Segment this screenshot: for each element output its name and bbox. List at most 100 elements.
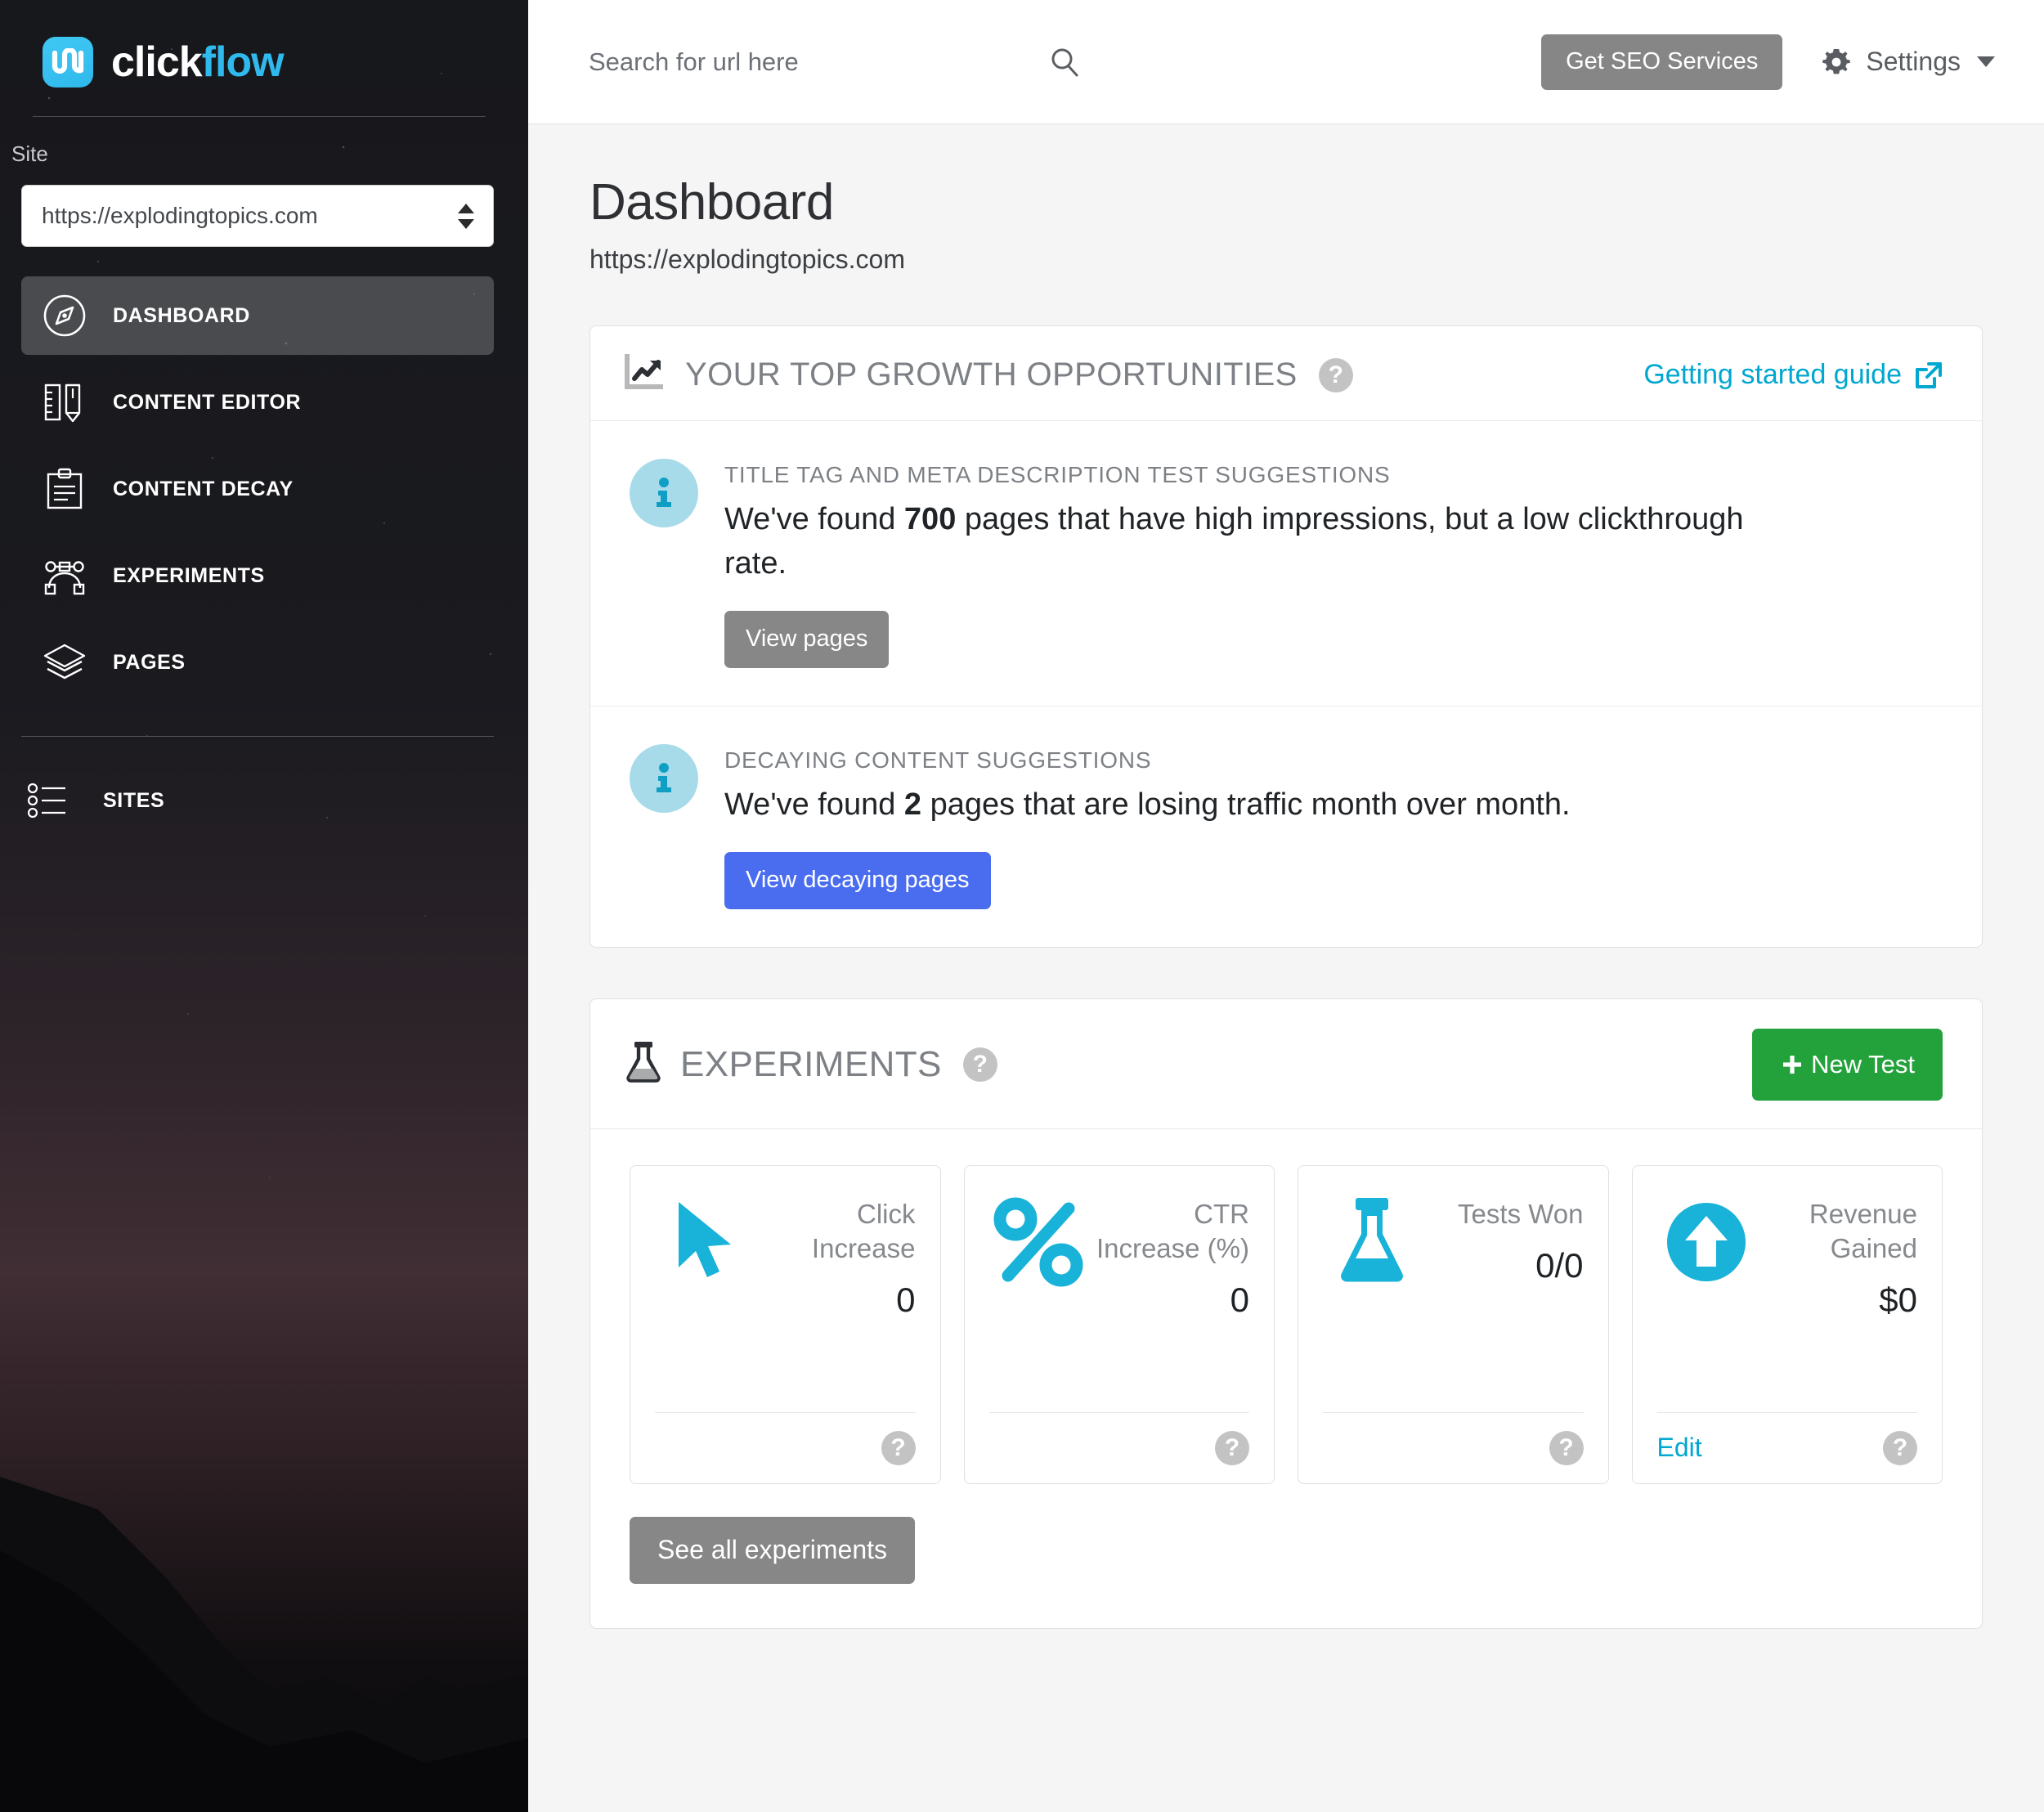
stat-label: CTR Increase (%) xyxy=(1096,1198,1249,1264)
sidebar-divider xyxy=(21,736,494,737)
suggestion-title-tag: TITLE TAG AND META DESCRIPTION TEST SUGG… xyxy=(590,421,1982,706)
arrow-up-circle-glyph-icon xyxy=(1666,1202,1746,1281)
cursor-arrow-icon xyxy=(655,1189,753,1295)
info-glyph-icon xyxy=(657,762,671,792)
chevron-up-icon xyxy=(458,203,474,213)
stat-footer: ? xyxy=(655,1411,916,1465)
new-test-label: New Test xyxy=(1811,1049,1915,1079)
suggestion-kicker: TITLE TAG AND META DESCRIPTION TEST SUGG… xyxy=(724,462,1391,487)
chart-line-up-glyph-icon xyxy=(625,354,663,389)
sidebar-nav: DASHBOARD CONTENT EDITOR CONTENT DECAY E… xyxy=(0,276,528,702)
guide-link-label: Getting started guide xyxy=(1643,359,1902,390)
stat-card-tests-won: Tests Won 0/0 ? xyxy=(1298,1164,1609,1484)
experiments-card-footer: See all experiments xyxy=(590,1484,1982,1628)
topbar: Get SEO Services Settings xyxy=(528,0,2044,124)
stat-value: 0 xyxy=(1230,1281,1249,1320)
view-decaying-pages-button[interactable]: View decaying pages xyxy=(724,851,991,909)
search-input[interactable] xyxy=(589,47,1047,77)
sidebar-nav-lower: SITES xyxy=(0,761,528,840)
suggestion-body: DECAYING CONTENT SUGGESTIONS We've found… xyxy=(724,744,1943,909)
edit-revenue-link[interactable]: Edit xyxy=(1657,1433,1702,1463)
view-pages-button[interactable]: View pages xyxy=(724,610,890,668)
experiments-card: EXPERIMENTS ? New Test Click Increase 0 … xyxy=(589,998,1983,1629)
page-subtitle: https://explodingtopics.com xyxy=(589,244,905,274)
brand-wordmark: clickflow xyxy=(111,38,285,86)
clipboard-icon xyxy=(39,464,90,514)
sidebar-item-experiments[interactable]: EXPERIMENTS xyxy=(21,536,494,615)
suggestion-body: TITLE TAG AND META DESCRIPTION TEST SUGG… xyxy=(724,459,1943,668)
info-circle-icon xyxy=(630,459,698,527)
brand: clickflow xyxy=(0,0,528,98)
chart-line-up-icon xyxy=(625,354,666,396)
search-button[interactable] xyxy=(1047,44,1083,80)
see-all-experiments-button[interactable]: See all experiments xyxy=(630,1516,916,1584)
help-icon[interactable]: ? xyxy=(881,1430,916,1465)
sidebar-item-content-editor[interactable]: CONTENT EDITOR xyxy=(21,363,494,442)
suggestion-text: We've found 700 pages that have high imp… xyxy=(724,498,1812,586)
flask-icon xyxy=(625,1039,662,1089)
external-link-icon xyxy=(1916,361,1942,388)
info-circle-icon xyxy=(630,743,698,813)
percent-icon xyxy=(989,1189,1087,1295)
info-glyph-icon xyxy=(657,478,671,507)
flask-icon xyxy=(1323,1189,1421,1295)
sidebar-item-label: CONTENT DECAY xyxy=(113,477,294,500)
getting-started-guide-link[interactable]: Getting started guide xyxy=(1643,359,1943,391)
sidebar-starfield-decoration xyxy=(0,0,528,1812)
gear-icon xyxy=(1822,48,1851,74)
growth-card-header: YOUR TOP GROWTH OPPORTUNITIES ? Getting … xyxy=(590,326,1982,421)
sidebar-item-label: SITES xyxy=(103,788,165,812)
stat-top: Tests Won 0/0 xyxy=(1323,1189,1584,1412)
help-icon[interactable]: ? xyxy=(962,1047,997,1082)
chevron-down-icon xyxy=(1977,56,1995,67)
help-icon[interactable]: ? xyxy=(1215,1430,1249,1465)
stat-value: 0/0 xyxy=(1535,1246,1584,1285)
sidebar-item-content-decay[interactable]: CONTENT DECAY xyxy=(21,450,494,528)
stat-card-revenue-gained: Revenue Gained $0 Edit ? xyxy=(1631,1164,1943,1484)
cursor-glyph-icon xyxy=(679,1201,731,1277)
search-wrapper xyxy=(589,44,1112,80)
help-icon[interactable]: ? xyxy=(1318,357,1353,392)
main-area: Get SEO Services Settings Dashboard http… xyxy=(528,0,2044,1812)
settings-label: Settings xyxy=(1866,47,1961,76)
stat-label: Revenue Gained xyxy=(1809,1198,1917,1264)
select-arrows-icon xyxy=(457,203,475,229)
suggestion-text: We've found 2 pages that are losing traf… xyxy=(724,783,1812,828)
suggestion-count: 2 xyxy=(903,787,922,822)
clipboard-glyph-icon xyxy=(47,468,83,509)
suggestion-text-after: pages that are losing traffic month over… xyxy=(921,787,1571,822)
stat-label: Tests Won xyxy=(1458,1198,1584,1229)
sidebar-item-label: DASHBOARD xyxy=(113,303,250,327)
sidebar-item-pages[interactable]: PAGES xyxy=(21,623,494,702)
site-select[interactable]: https://explodingtopics.com xyxy=(21,185,494,247)
get-seo-services-button[interactable]: Get SEO Services xyxy=(1541,34,1783,90)
sidebar-item-dashboard[interactable]: DASHBOARD xyxy=(21,276,494,355)
stat-top: Click Increase 0 xyxy=(655,1189,916,1412)
node-path-glyph-icon xyxy=(44,561,85,595)
stat-footer: ? xyxy=(1323,1411,1584,1465)
site-select-value: https://explodingtopics.com xyxy=(42,203,318,228)
bullet-list-glyph-icon xyxy=(27,783,65,819)
sidebar-item-sites[interactable]: SITES xyxy=(21,761,494,840)
app-root: clickflow Site https://explodingtopics.c… xyxy=(0,0,2044,1812)
new-test-button[interactable]: New Test xyxy=(1752,1028,1943,1101)
stat-card-click-increase: Click Increase 0 ? xyxy=(630,1164,941,1484)
flask-glyph-icon xyxy=(1341,1197,1403,1282)
bullet-list-icon xyxy=(25,775,75,826)
stat-value: $0 xyxy=(1879,1281,1917,1320)
layers-icon xyxy=(39,637,90,688)
settings-button[interactable]: Settings xyxy=(1820,46,1995,78)
stat-meta: Revenue Gained $0 xyxy=(1755,1189,1917,1320)
growth-opportunities-card: YOUR TOP GROWTH OPPORTUNITIES ? Getting … xyxy=(589,325,1983,948)
help-icon[interactable]: ? xyxy=(1549,1430,1584,1465)
brand-name-part2: flow xyxy=(201,38,285,86)
stat-value: 0 xyxy=(896,1281,916,1320)
suggestion-text-before: We've found xyxy=(724,787,904,822)
help-icon[interactable]: ? xyxy=(1883,1430,1917,1465)
site-select-wrapper: https://explodingtopics.com xyxy=(0,167,528,247)
sidebar: clickflow Site https://explodingtopics.c… xyxy=(0,0,528,1812)
percent-glyph-icon xyxy=(993,1197,1083,1287)
stat-top: Revenue Gained $0 xyxy=(1657,1189,1917,1412)
search-icon xyxy=(1051,48,1078,76)
ruler-pencil-glyph-icon xyxy=(44,383,81,423)
